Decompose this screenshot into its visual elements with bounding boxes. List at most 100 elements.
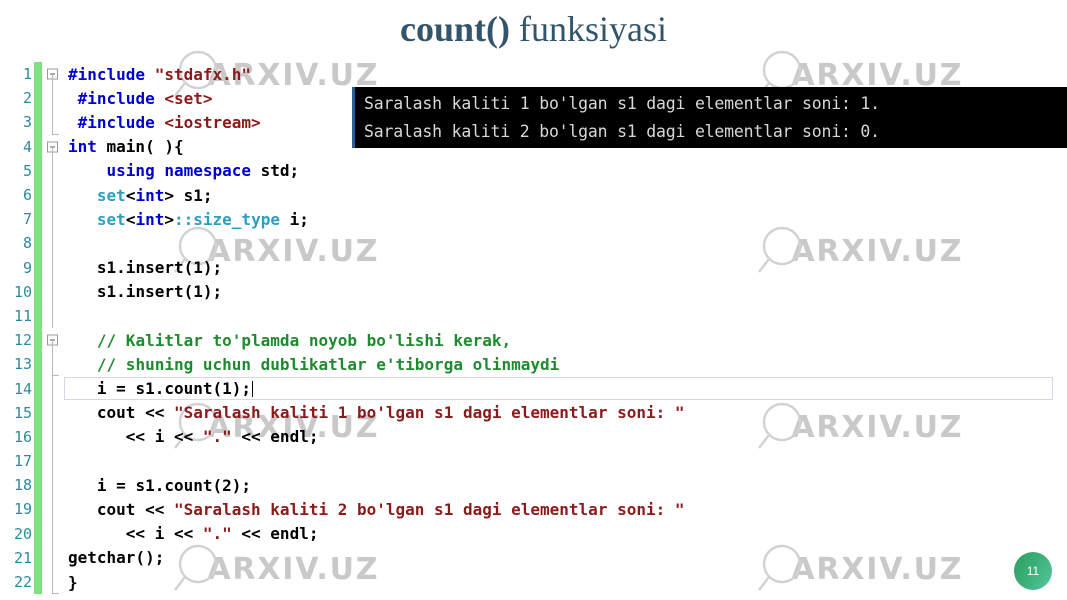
line-number: 6 bbox=[22, 186, 32, 205]
code-line[interactable]: 15 cout << "Saralash kaliti 1 bo'lgan s1… bbox=[0, 400, 1067, 425]
fold-column[interactable] bbox=[42, 135, 64, 159]
line-number: 19 bbox=[13, 500, 32, 519]
code-token: size_type bbox=[193, 209, 280, 229]
change-indicator-bar bbox=[34, 303, 42, 329]
fold-column[interactable] bbox=[42, 62, 64, 87]
code-token: :: bbox=[174, 209, 194, 229]
code-token: << i << bbox=[125, 427, 203, 447]
fold-column[interactable] bbox=[42, 207, 64, 232]
fold-column[interactable] bbox=[42, 231, 64, 256]
fold-column[interactable] bbox=[42, 158, 64, 183]
fold-column[interactable] bbox=[42, 279, 64, 304]
code-line[interactable]: 18 i = s1.count(2); bbox=[0, 473, 1067, 498]
code-line[interactable]: 11 bbox=[0, 303, 1067, 329]
code-text[interactable]: s1.insert(1); bbox=[64, 258, 1067, 277]
fold-column[interactable] bbox=[42, 352, 64, 377]
line-number: 17 bbox=[13, 452, 32, 471]
code-text[interactable]: i = s1.count(1); bbox=[64, 379, 1067, 398]
code-token: set bbox=[96, 185, 126, 205]
fold-column[interactable] bbox=[42, 521, 64, 546]
change-indicator-bar bbox=[34, 86, 42, 111]
code-line[interactable]: 12 // Kalitlar to'plamda noyob bo'lishi … bbox=[0, 328, 1067, 353]
fold-column[interactable] bbox=[42, 86, 64, 111]
code-text[interactable]: #include "stdafx.h" bbox=[64, 65, 1067, 84]
code-text[interactable]: using namespace std; bbox=[64, 161, 1067, 180]
code-token: "." bbox=[202, 524, 232, 544]
code-text[interactable]: cout << "Saralash kaliti 2 bo'lgan s1 da… bbox=[64, 500, 1067, 519]
code-token: int bbox=[135, 209, 165, 229]
change-indicator-bar bbox=[34, 328, 42, 353]
fold-column[interactable] bbox=[42, 110, 64, 135]
code-line[interactable]: 10 s1.insert(1); bbox=[0, 279, 1067, 304]
fold-column[interactable] bbox=[42, 569, 64, 595]
change-indicator-bar bbox=[34, 352, 42, 377]
code-token: cout << bbox=[96, 499, 174, 519]
change-indicator-bar bbox=[34, 279, 42, 304]
fold-column[interactable] bbox=[42, 255, 64, 280]
fold-column[interactable] bbox=[42, 182, 64, 208]
code-text[interactable]: cout << "Saralash kaliti 1 bo'lgan s1 da… bbox=[64, 403, 1067, 422]
code-line[interactable]: 6 set<int> s1; bbox=[0, 182, 1067, 208]
fold-column[interactable] bbox=[42, 497, 64, 522]
code-token: "Saralash kaliti 1 bo'lgan s1 dagi eleme… bbox=[173, 403, 685, 423]
fold-tree-line bbox=[52, 146, 53, 159]
code-line[interactable]: 9 s1.insert(1); bbox=[0, 255, 1067, 280]
code-text[interactable]: << i << "." << endl; bbox=[64, 427, 1067, 446]
code-line[interactable]: 17 bbox=[0, 449, 1067, 474]
fold-tree-line bbox=[52, 521, 53, 546]
fold-tree-line bbox=[52, 255, 53, 280]
change-indicator-bar bbox=[34, 231, 42, 256]
code-text[interactable]: } bbox=[64, 573, 1067, 592]
fold-tree-line bbox=[52, 569, 59, 595]
line-number: 7 bbox=[22, 210, 32, 229]
code-text[interactable]: set<int> s1; bbox=[64, 186, 1067, 205]
code-line[interactable]: 7 set<int>::size_type i; bbox=[0, 207, 1067, 232]
line-number: 11 bbox=[13, 306, 32, 325]
code-line[interactable]: 19 cout << "Saralash kaliti 2 bo'lgan s1… bbox=[0, 497, 1067, 522]
code-text[interactable]: // shuning uchun dublikatlar e'tiborga o… bbox=[64, 355, 1067, 374]
code-token: // Kalitlar to'plamda noyob bo'lishi ker… bbox=[96, 330, 512, 350]
fold-column[interactable] bbox=[42, 545, 64, 570]
code-line[interactable]: 20 << i << "." << endl; bbox=[0, 521, 1067, 546]
line-number: 5 bbox=[22, 161, 32, 180]
code-line[interactable]: 1 #include "stdafx.h" bbox=[0, 62, 1067, 87]
line-number: 21 bbox=[13, 548, 32, 567]
code-line[interactable]: 16 << i << "." << endl; bbox=[0, 424, 1067, 449]
fold-column[interactable] bbox=[42, 424, 64, 449]
code-line[interactable]: 5 using namespace std; bbox=[0, 158, 1067, 183]
code-line[interactable]: 21 getchar(); bbox=[0, 545, 1067, 570]
code-token: #include bbox=[77, 88, 165, 108]
fold-tree-line bbox=[52, 340, 53, 353]
fold-tree-line bbox=[52, 449, 53, 474]
code-token: "stdafx.h" bbox=[154, 64, 252, 84]
fold-column[interactable] bbox=[42, 328, 64, 353]
code-line[interactable]: 22} bbox=[0, 569, 1067, 595]
code-text[interactable]: set<int>::size_type i; bbox=[64, 210, 1067, 229]
code-line[interactable]: 13 // shuning uchun dublikatlar e'tiborg… bbox=[0, 352, 1067, 377]
fold-tree-line bbox=[52, 376, 53, 401]
code-text[interactable]: s1.insert(1); bbox=[64, 282, 1067, 301]
fold-column[interactable] bbox=[42, 376, 64, 401]
code-line[interactable]: 14 i = s1.count(1); bbox=[0, 376, 1067, 401]
code-token: std; bbox=[260, 161, 300, 181]
change-indicator-bar bbox=[34, 400, 42, 425]
code-text[interactable]: << i << "." << endl; bbox=[64, 524, 1067, 543]
fold-column[interactable] bbox=[42, 473, 64, 498]
code-text[interactable]: getchar(); bbox=[64, 548, 1067, 567]
code-token: } bbox=[68, 572, 78, 592]
page-title-bold: count() bbox=[400, 9, 510, 49]
fold-column[interactable] bbox=[42, 303, 64, 329]
code-token: int bbox=[135, 185, 165, 205]
fold-column[interactable] bbox=[42, 400, 64, 425]
fold-column[interactable] bbox=[42, 449, 64, 474]
code-line[interactable]: 8 bbox=[0, 231, 1067, 256]
code-text[interactable]: // Kalitlar to'plamda noyob bo'lishi ker… bbox=[64, 331, 1067, 350]
code-token: s1; bbox=[183, 185, 213, 205]
code-text[interactable]: i = s1.count(2); bbox=[64, 476, 1067, 495]
